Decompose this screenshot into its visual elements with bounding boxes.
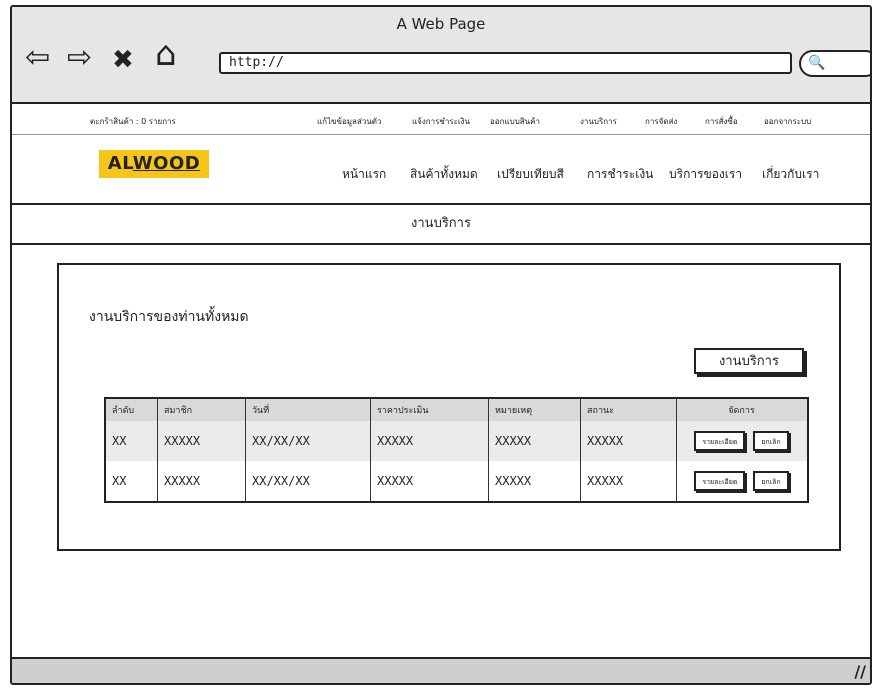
top-link-edit-profile[interactable]: แก้ไขข้อมูลส่วนตัว: [317, 115, 381, 128]
cancel-button[interactable]: ยกเลิก: [753, 471, 789, 491]
cell-estimate: XXXXX: [370, 421, 489, 461]
nav-all-products[interactable]: สินค้าทั้งหมด: [410, 165, 478, 184]
search-icon: 🔍: [808, 55, 826, 71]
cell-status: XXXXX: [580, 421, 677, 461]
services-panel: งานบริการของท่านทั้งหมด งานบริการ ลำดับ …: [57, 263, 841, 551]
search-button[interactable]: 🔍: [799, 50, 870, 77]
services-table: ลำดับ สมาชิก วันที่ ราคาประเมิน หมายเหตุ…: [104, 397, 809, 503]
nav-our-services[interactable]: บริการของเรา: [669, 165, 742, 184]
panel-title: งานบริการของท่านทั้งหมด: [89, 309, 249, 325]
url-input[interactable]: http://: [219, 52, 792, 74]
home-icon[interactable]: ⌂: [155, 37, 177, 71]
col-header-date: วันที่: [245, 398, 371, 421]
nav-about-us[interactable]: เกี่ยวกับเรา: [762, 165, 819, 184]
cell-order: XX: [105, 461, 158, 502]
detail-button[interactable]: รายละเอียด: [694, 471, 746, 491]
cell-estimate: XXXXX: [370, 461, 489, 502]
top-link-payment-notice[interactable]: แจ้งการชำระเงิน: [412, 115, 470, 128]
close-icon[interactable]: ✖: [112, 45, 134, 75]
cell-actions: รายละเอียด ยกเลิก: [676, 421, 808, 461]
nav-compare-colors[interactable]: เปรียบเทียบสี: [497, 165, 564, 184]
section-heading: งานบริการ: [12, 205, 870, 245]
table-row: XX XXXXX XX/XX/XX XXXXX XXXXX XXXXX รายล…: [105, 421, 808, 461]
cell-member: XXXXX: [157, 421, 246, 461]
status-bar: //: [12, 657, 870, 683]
forward-icon[interactable]: ⇨: [67, 43, 92, 73]
col-header-status: สถานะ: [580, 398, 677, 421]
col-header-estimate: ราคาประเมิน: [370, 398, 489, 421]
top-link-logout[interactable]: ออกจากระบบ: [764, 115, 811, 128]
top-link-shipping[interactable]: การจัดส่ง: [645, 115, 677, 128]
logo-text-al: AL: [107, 153, 133, 174]
site-logo[interactable]: ALWOOD: [99, 150, 209, 178]
top-utility-bar: ตะกร้าสินค้า : 0 รายการ แก้ไขข้อมูลส่วนต…: [12, 104, 870, 135]
col-header-member: สมาชิก: [157, 398, 246, 421]
table-row: XX XXXXX XX/XX/XX XXXXX XXXXX XXXXX รายล…: [105, 461, 808, 502]
cell-status: XXXXX: [580, 461, 677, 502]
site-header: ALWOOD หน้าแรก สินค้าทั้งหมด เปรียบเทียบ…: [12, 135, 870, 205]
top-link-orders[interactable]: การสั่งซื้อ: [705, 115, 738, 128]
col-header-manage: จัดการ: [676, 398, 808, 421]
top-link-services[interactable]: งานบริการ: [580, 115, 617, 128]
cell-actions: รายละเอียด ยกเลิก: [677, 461, 809, 502]
cell-date: XX/XX/XX: [245, 421, 371, 461]
cell-note: XXXXX: [488, 461, 581, 502]
new-service-button[interactable]: งานบริการ: [694, 348, 804, 374]
nav-payment[interactable]: การชำระเงิน: [587, 165, 653, 184]
cell-date: XX/XX/XX: [245, 461, 371, 502]
browser-window: A Web Page ⇦ ⇨ ✖ ⌂ http:// 🔍 ตะกร้าสินค้…: [10, 5, 872, 685]
cell-member: XXXXX: [157, 461, 246, 502]
cell-note: XXXXX: [488, 421, 581, 461]
detail-button[interactable]: รายละเอียด: [694, 431, 746, 451]
col-header-note: หมายเหตุ: [488, 398, 581, 421]
cell-order: XX: [105, 421, 158, 461]
back-icon[interactable]: ⇦: [25, 43, 50, 73]
nav-home[interactable]: หน้าแรก: [342, 165, 386, 184]
col-header-order: ลำดับ: [105, 398, 158, 421]
cancel-button[interactable]: ยกเลิก: [753, 431, 789, 451]
resize-handle-icon[interactable]: //: [854, 662, 866, 681]
cart-summary[interactable]: ตะกร้าสินค้า : 0 รายการ: [90, 115, 176, 128]
table-header-row: ลำดับ สมาชิก วันที่ ราคาประเมิน หมายเหตุ…: [105, 398, 808, 421]
logo-text-wood: WOOD: [132, 153, 201, 174]
browser-chrome: A Web Page ⇦ ⇨ ✖ ⌂ http:// 🔍: [12, 7, 870, 104]
page-title: A Web Page: [396, 15, 486, 33]
top-link-design[interactable]: ออกแบบสินค้า: [490, 115, 540, 128]
